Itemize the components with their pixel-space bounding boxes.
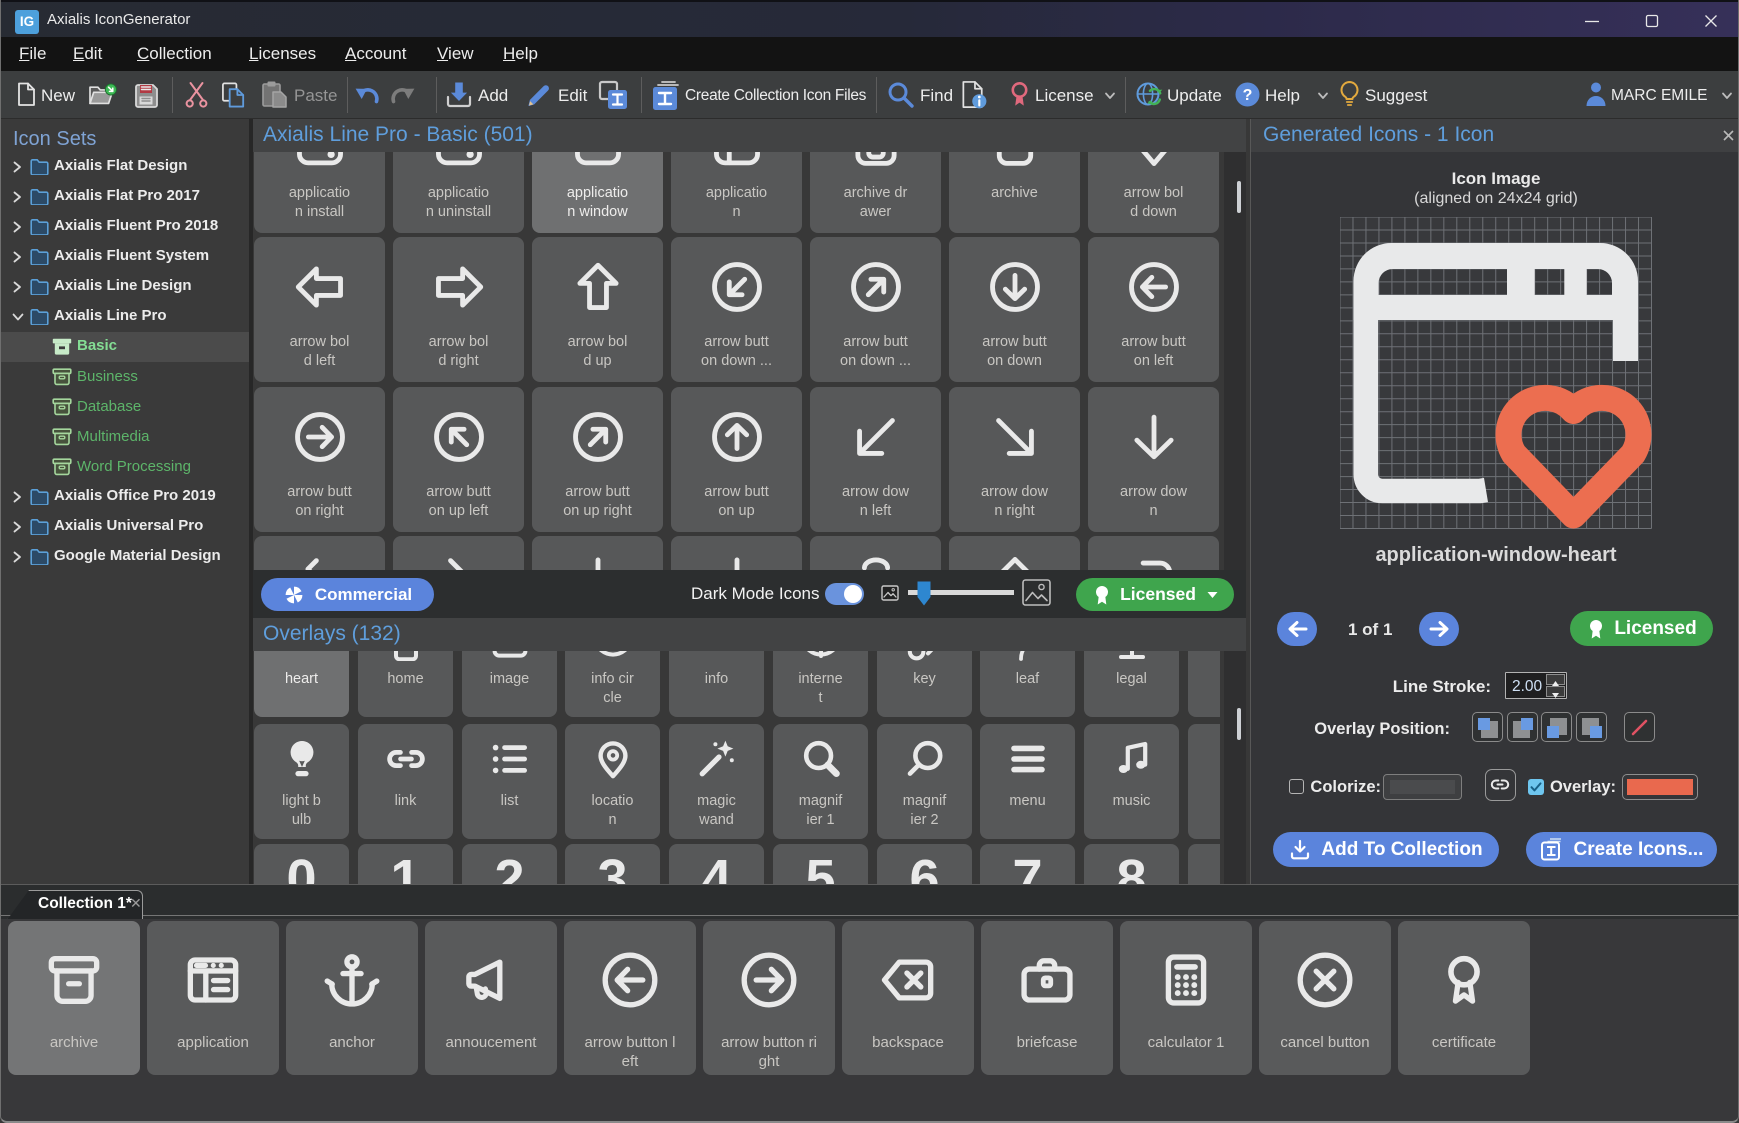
svg-text:?: ? xyxy=(1243,87,1253,104)
